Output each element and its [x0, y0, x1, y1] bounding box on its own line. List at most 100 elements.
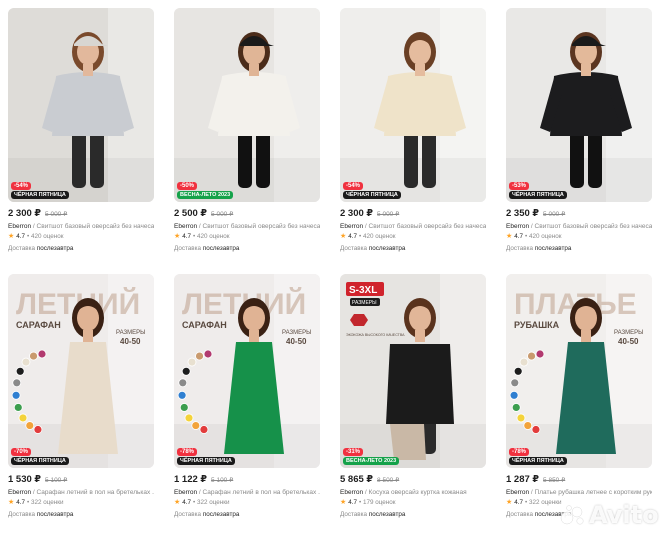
color-swatch	[195, 351, 204, 361]
brand-name[interactable]: Eberron	[174, 489, 197, 496]
banner-sizes: 40-50	[286, 337, 307, 346]
product-name[interactable]: / Свитшот базовый оверсайз без начеса ..…	[529, 223, 652, 230]
product-title[interactable]: Eberron / Свитшот базовый оверсайз без н…	[340, 222, 486, 231]
product-name[interactable]: / Свитшот базовый оверсайз без начеса ..…	[31, 223, 154, 230]
price: 2 300 ₽	[8, 208, 42, 219]
product-name[interactable]: / Платье рубашка летнее с коротким рук..…	[529, 489, 652, 496]
color-swatch	[37, 349, 47, 359]
brand-name[interactable]: Eberron	[8, 223, 31, 230]
product-photo[interactable]: -50% ВЕСНА-ЛЕТО 2023	[174, 8, 320, 202]
brand-name[interactable]: Eberron	[8, 489, 31, 496]
old-price: 5 000 ₽	[543, 211, 566, 218]
star-icon: ★	[506, 233, 513, 240]
product-title[interactable]: Eberron / Свитшот базовый оверсайз без н…	[506, 222, 652, 231]
rating-row: ★ 4.7 • 420 оценок	[8, 232, 154, 241]
color-swatch	[33, 425, 43, 434]
product-photo-illustration	[174, 8, 320, 202]
product-photo[interactable]: S-3XL РАЗМЕРЫ ЭКОКОЖА ВЫСОКОГО КАЧЕСТВА -31…	[340, 274, 486, 468]
review-count[interactable]: • 420 оценок	[359, 232, 395, 241]
brand-name[interactable]: Eberron	[506, 489, 529, 496]
delivery-info: Доставка послезавтра	[174, 244, 320, 253]
old-price: 5 000 ₽	[377, 211, 400, 218]
review-count[interactable]: • 322 оценки	[193, 498, 230, 507]
avito-logo-icon	[560, 505, 584, 525]
product-card[interactable]: ЛЕТНИЙСАРАФАНРАЗМЕРЫ40-50-70%ЧЁРНАЯ ПЯТН…	[8, 274, 154, 532]
photo-badges: -78% ЧЁРНАЯ ПЯТНИЦА	[177, 448, 235, 465]
delivery-label: Доставка	[340, 245, 369, 252]
review-count[interactable]: • 420 оценок	[525, 232, 561, 241]
review-count[interactable]: • 420 оценок	[193, 232, 229, 241]
product-title[interactable]: Eberron / Сарафан летний в пол на бретел…	[8, 488, 154, 497]
old-price: 5 100 ₽	[211, 477, 234, 484]
review-count[interactable]: • 179 оценок	[359, 498, 395, 507]
product-photo-illustration	[8, 8, 154, 202]
delivery-day: послезавтра	[36, 511, 74, 518]
product-name[interactable]: / Сарафан летний в пол на бретельках ...	[31, 489, 154, 496]
discount-badge: -50%	[177, 182, 198, 190]
delivery-day: послезавтра	[368, 511, 406, 518]
color-swatch	[15, 366, 25, 376]
delivery-day: послезавтра	[534, 245, 572, 252]
price: 1 122 ₽	[174, 474, 208, 485]
product-photo[interactable]: -54% ЧЁРНАЯ ПЯТНИЦА	[340, 8, 486, 202]
delivery-label: Доставка	[506, 245, 535, 252]
product-card[interactable]: ЛЕТНИЙСАРАФАНРАЗМЕРЫ40-50-78%ЧЁРНАЯ ПЯТН…	[174, 274, 320, 532]
product-name[interactable]: / Косуха оверсайз куртка кожаная	[363, 489, 467, 496]
product-title[interactable]: Eberron / Сарафан летний в пол на бретел…	[174, 488, 320, 497]
avito-watermark: Avito	[560, 500, 660, 530]
color-swatch	[13, 403, 23, 412]
color-swatch	[187, 357, 197, 367]
product-photo[interactable]: ЛЕТНИЙСАРАФАНРАЗМЕРЫ40-50-78%ЧЁРНАЯ ПЯТН…	[174, 274, 320, 468]
discount-badge: -54%	[343, 182, 364, 190]
product-card[interactable]: -53% ЧЁРНАЯ ПЯТНИЦА 2 350 ₽5 000 ₽ Eberron …	[506, 8, 652, 266]
color-swatch	[531, 425, 541, 434]
price-row: 2 350 ₽5 000 ₽	[506, 208, 652, 221]
photo-badges: -78% ЧЁРНАЯ ПЯТНИЦА	[509, 448, 567, 465]
old-price: 5 000 ₽	[45, 211, 68, 218]
product-name[interactable]: / Свитшот базовый оверсайз без начеса ..…	[197, 223, 320, 230]
review-count[interactable]: • 420 оценок	[27, 232, 63, 241]
product-photo[interactable]: ЛЕТНИЙСАРАФАНРАЗМЕРЫ40-50-70%ЧЁРНАЯ ПЯТН…	[8, 274, 154, 468]
product-card[interactable]: -54% ЧЁРНАЯ ПЯТНИЦА 2 300 ₽5 000 ₽ Eberron …	[340, 8, 486, 266]
delivery-day: послезавтра	[202, 511, 240, 518]
product-title[interactable]: Eberron / Свитшот базовый оверсайз без н…	[8, 222, 154, 231]
photo-badges: -70% ЧЁРНАЯ ПЯТНИЦА	[11, 448, 69, 465]
star-icon: ★	[174, 233, 181, 240]
brand-name[interactable]: Eberron	[506, 223, 529, 230]
color-swatch	[181, 366, 191, 376]
product-title[interactable]: Eberron / Платье рубашка летнее с коротк…	[506, 488, 652, 497]
delivery-info: Доставка послезавтра	[506, 244, 652, 253]
brand-name[interactable]: Eberron	[340, 223, 363, 230]
banner-sizes: 40-50	[618, 337, 639, 346]
star-icon: ★	[506, 499, 513, 506]
product-card[interactable]: ПЛАТЬЕРУБАШКАРАЗМЕРЫ40-50-78%ЧЁРНАЯ ПЯТН…	[506, 274, 652, 532]
product-card[interactable]: -50% ВЕСНА-ЛЕТО 2023 2 500 ₽5 000 ₽ Eberron…	[174, 8, 320, 266]
banner-sizes-label: РАЗМЕРЫ	[614, 330, 643, 336]
color-swatch	[199, 425, 209, 434]
review-count[interactable]: • 322 оценки	[525, 498, 562, 507]
product-card[interactable]: S-3XL РАЗМЕРЫ ЭКОКОЖА ВЫСОКОГО КАЧЕСТВА -31…	[340, 274, 486, 532]
product-photo-illustration: ЛЕТНИЙСАРАФАНРАЗМЕРЫ40-50	[174, 274, 320, 468]
brand-name[interactable]: Eberron	[174, 223, 197, 230]
review-count[interactable]: • 322 оценки	[27, 498, 64, 507]
photo-badges: -31% ВЕСНА-ЛЕТО 2023	[343, 448, 400, 465]
product-card[interactable]: -54% ЧЁРНАЯ ПЯТНИЦА 2 300 ₽5 000 ₽ Eberron …	[8, 8, 154, 266]
rating-row: ★ 4.7 • 420 оценок	[506, 232, 652, 241]
color-swatch	[516, 413, 526, 423]
product-title[interactable]: Eberron / Косуха оверсайз куртка кожаная	[340, 488, 486, 497]
photo-badges: -54% ЧЁРНАЯ ПЯТНИЦА	[343, 182, 401, 199]
product-name[interactable]: / Сарафан летний в пол на бретельках ...	[197, 489, 320, 496]
discount-badge: -31%	[343, 448, 364, 456]
delivery-label: Доставка	[506, 511, 535, 518]
banner-eco-label: ЭКОКОЖА ВЫСОКОГО КАЧЕСТВА	[346, 333, 405, 337]
product-photo[interactable]: -53% ЧЁРНАЯ ПЯТНИЦА	[506, 8, 652, 202]
color-swatch	[509, 390, 519, 400]
banner-sizes-label: РАЗМЕРЫ	[352, 300, 377, 306]
rating-value: 4.7	[514, 499, 524, 506]
product-photo[interactable]: ПЛАТЬЕРУБАШКАРАЗМЕРЫ40-50-78%ЧЁРНАЯ ПЯТН…	[506, 274, 652, 468]
product-title[interactable]: Eberron / Свитшот базовый оверсайз без н…	[174, 222, 320, 231]
product-photo[interactable]: -54% ЧЁРНАЯ ПЯТНИЦА	[8, 8, 154, 202]
discount-badge: -70%	[11, 448, 32, 456]
product-name[interactable]: / Свитшот базовый оверсайз без начеса ..…	[363, 223, 486, 230]
brand-name[interactable]: Eberron	[340, 489, 363, 496]
